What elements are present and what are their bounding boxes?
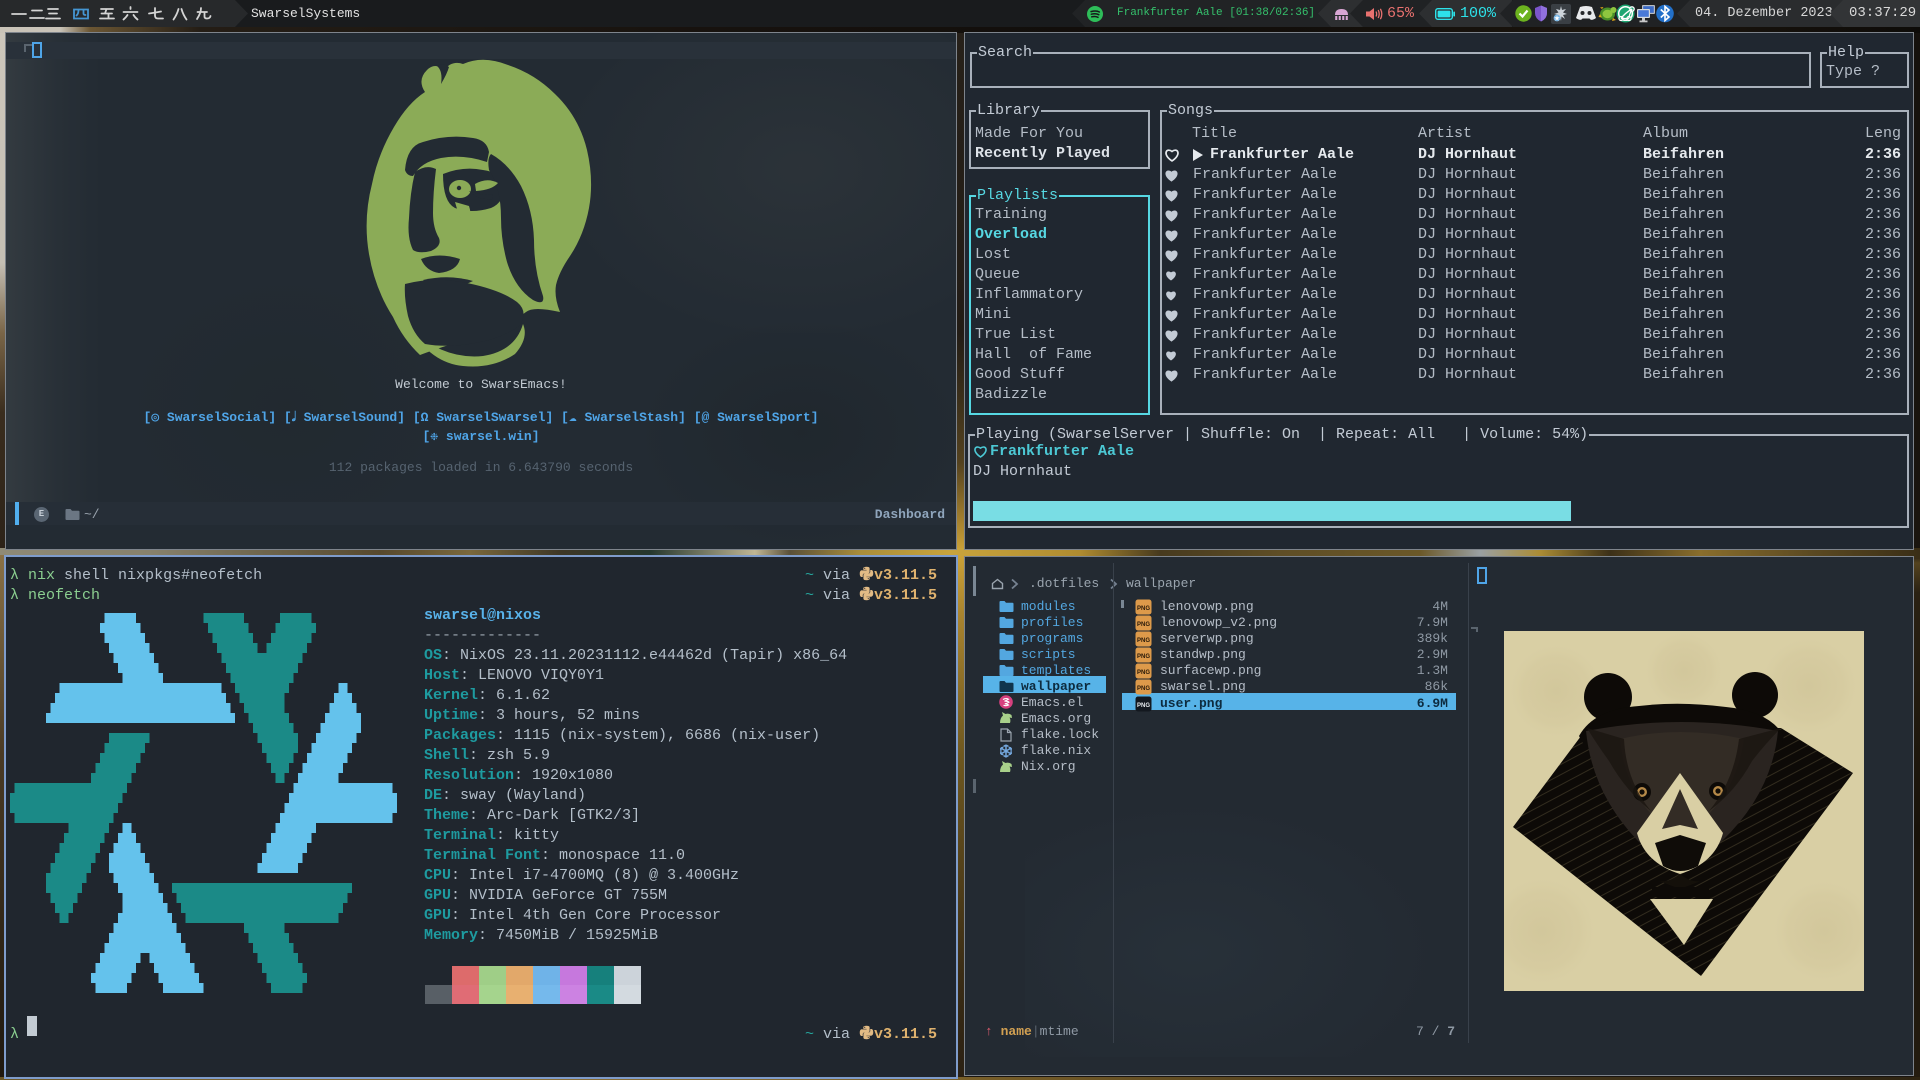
svg-text:PNG: PNG	[1137, 637, 1150, 643]
svg-text:PNG: PNG	[1137, 653, 1150, 659]
svg-text:PNG: PNG	[1137, 702, 1150, 708]
svg-text:PNG: PNG	[1137, 669, 1150, 675]
svg-text:PNG: PNG	[1137, 685, 1150, 691]
svg-text:PNG: PNG	[1137, 605, 1150, 611]
svg-text:PNG: PNG	[1137, 621, 1150, 627]
